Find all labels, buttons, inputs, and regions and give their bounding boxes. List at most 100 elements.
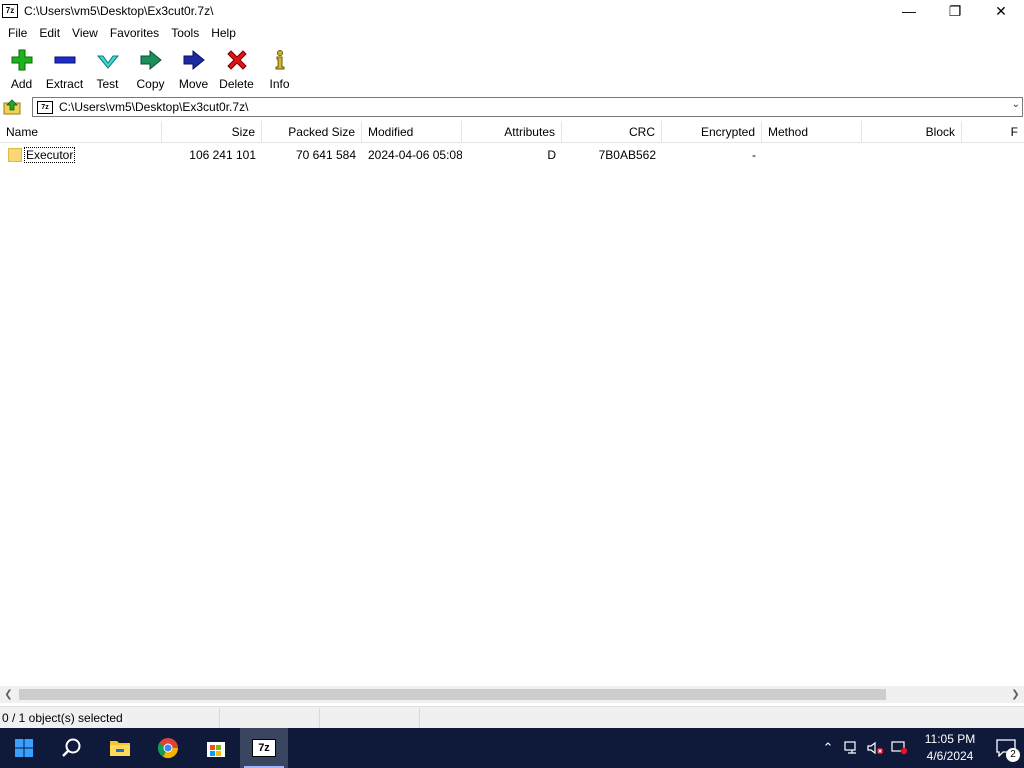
delete-button[interactable]: Delete [215, 44, 258, 92]
clock-date: 4/6/2024 [926, 749, 974, 763]
title-bar: 7z C:\Users\vm5\Desktop\Ex3cut0r.7z\ — ❐… [0, 0, 1024, 22]
menu-tools[interactable]: Tools [165, 26, 205, 40]
move-arrow-icon [182, 47, 206, 73]
menu-bar: File Edit View Favorites Tools Help [0, 23, 1024, 42]
chrome-button[interactable] [144, 728, 192, 768]
test-button[interactable]: Test [86, 44, 129, 92]
column-size[interactable]: Size [162, 121, 262, 143]
table-row[interactable]: Executor 106 241 101 70 641 584 2024-04-… [0, 145, 1024, 165]
search-button[interactable] [48, 728, 96, 768]
row-name: Executor [24, 147, 76, 163]
status-bar: 0 / 1 object(s) selected [0, 706, 1024, 728]
status-segment-2 [220, 707, 320, 728]
restore-button[interactable]: ❐ [932, 0, 978, 22]
close-icon: ✕ [995, 2, 1007, 19]
scrollbar-thumb[interactable] [19, 689, 886, 700]
window-controls: — ❐ ✕ [886, 0, 1024, 22]
up-folder-button[interactable] [0, 96, 24, 118]
chrome-icon [157, 738, 179, 759]
move-button[interactable]: Move [172, 44, 215, 92]
column-modified[interactable]: Modified [362, 121, 462, 143]
notification-count-badge: 2 [1006, 748, 1020, 762]
search-icon [62, 738, 81, 757]
menu-edit[interactable]: Edit [33, 26, 66, 40]
row-block [862, 145, 962, 165]
copy-button[interactable]: Copy [129, 44, 172, 92]
folder-icon [110, 741, 130, 756]
archive-icon: 7z [37, 100, 53, 114]
column-crc[interactable]: CRC [562, 121, 662, 143]
address-bar[interactable]: 7z C:\Users\vm5\Desktop\Ex3cut0r.7z\ ⌄ [32, 97, 1023, 117]
delete-x-icon [225, 47, 249, 73]
minimize-icon: — [902, 3, 916, 19]
store-button[interactable] [192, 728, 240, 768]
menu-help[interactable]: Help [205, 26, 242, 40]
minus-icon [53, 47, 77, 73]
horizontal-scrollbar[interactable]: ❮ ❯ [0, 686, 1024, 703]
scroll-left-icon[interactable]: ❮ [0, 686, 17, 703]
row-crc: 7B0AB562 [598, 148, 656, 162]
window-title: C:\Users\vm5\Desktop\Ex3cut0r.7z\ [24, 4, 214, 18]
copy-label: Copy [136, 77, 165, 91]
test-label: Test [96, 77, 119, 91]
row-encrypted: - [752, 148, 756, 162]
add-button[interactable]: Add [0, 44, 43, 92]
status-segment-3 [320, 707, 420, 728]
copy-arrow-icon [139, 47, 163, 73]
scroll-right-icon[interactable]: ❯ [1007, 686, 1024, 703]
info-icon [268, 47, 292, 73]
chevron-down-icon[interactable]: ⌄ [1012, 99, 1020, 110]
start-button[interactable] [0, 728, 48, 768]
checkmark-icon [96, 47, 120, 73]
file-list[interactable]: Executor 106 241 101 70 641 584 2024-04-… [0, 143, 1024, 686]
row-modified: 2024-04-06 05:08 [368, 148, 462, 162]
extract-button[interactable]: Extract [43, 44, 86, 92]
delete-label: Delete [219, 77, 254, 91]
address-path: C:\Users\vm5\Desktop\Ex3cut0r.7z\ [59, 100, 249, 114]
move-label: Move [178, 77, 209, 91]
file-explorer-button[interactable] [96, 728, 144, 768]
close-button[interactable]: ✕ [978, 0, 1024, 22]
store-icon [207, 742, 225, 757]
folder-icon [8, 148, 22, 162]
column-block[interactable]: Block [862, 121, 962, 143]
minimize-button[interactable]: — [886, 0, 932, 22]
column-attributes[interactable]: Attributes [462, 121, 562, 143]
sevenzip-taskbar-button[interactable]: 7z [240, 728, 288, 768]
menu-favorites[interactable]: Favorites [104, 26, 165, 40]
list-header: Name Size Packed Size Modified Attribute… [0, 121, 1024, 143]
restore-icon: ❐ [948, 2, 962, 19]
display-icon[interactable] [888, 728, 912, 768]
taskbar-clock[interactable]: 11:05 PM 4/6/2024 [912, 731, 988, 765]
chevron-up-icon[interactable]: ⌃ [816, 728, 840, 768]
notification-center-button[interactable]: 2 [988, 728, 1024, 768]
clock-time: 11:05 PM [924, 732, 976, 746]
column-packed-size[interactable]: Packed Size [262, 121, 362, 143]
plus-icon [10, 47, 34, 73]
system-tray: ⌃ 11:05 PM 4/6/2024 2 [816, 728, 1024, 768]
windows-logo-icon [15, 739, 33, 757]
row-method [762, 145, 862, 165]
address-row: 7z C:\Users\vm5\Desktop\Ex3cut0r.7z\ ⌄ [0, 96, 1024, 118]
row-name-cell: Executor [0, 145, 162, 165]
column-method[interactable]: Method [762, 121, 862, 143]
column-extra[interactable]: F [962, 121, 1024, 143]
column-name[interactable]: Name [0, 121, 162, 143]
network-icon[interactable] [840, 728, 864, 768]
volume-muted-icon[interactable] [864, 728, 888, 768]
taskbar: 7z ⌃ 11:05 PM 4/6/2024 2 [0, 728, 1024, 768]
info-label: Info [269, 77, 290, 91]
sevenzip-app-icon: 7z [2, 4, 18, 18]
add-label: Add [10, 77, 33, 91]
sevenzip-icon: 7z [252, 739, 276, 757]
info-button[interactable]: Info [258, 44, 301, 92]
menu-file[interactable]: File [2, 26, 33, 40]
extract-label: Extract [45, 77, 84, 91]
toolbar: Add Extract Test Copy Move Delete Info [0, 44, 1024, 94]
row-attributes: D [547, 148, 556, 162]
menu-view[interactable]: View [66, 26, 104, 40]
row-size: 106 241 101 [189, 148, 256, 162]
column-encrypted[interactable]: Encrypted [662, 121, 762, 143]
row-packed-size: 70 641 584 [295, 148, 356, 162]
folder-up-icon [3, 99, 21, 115]
